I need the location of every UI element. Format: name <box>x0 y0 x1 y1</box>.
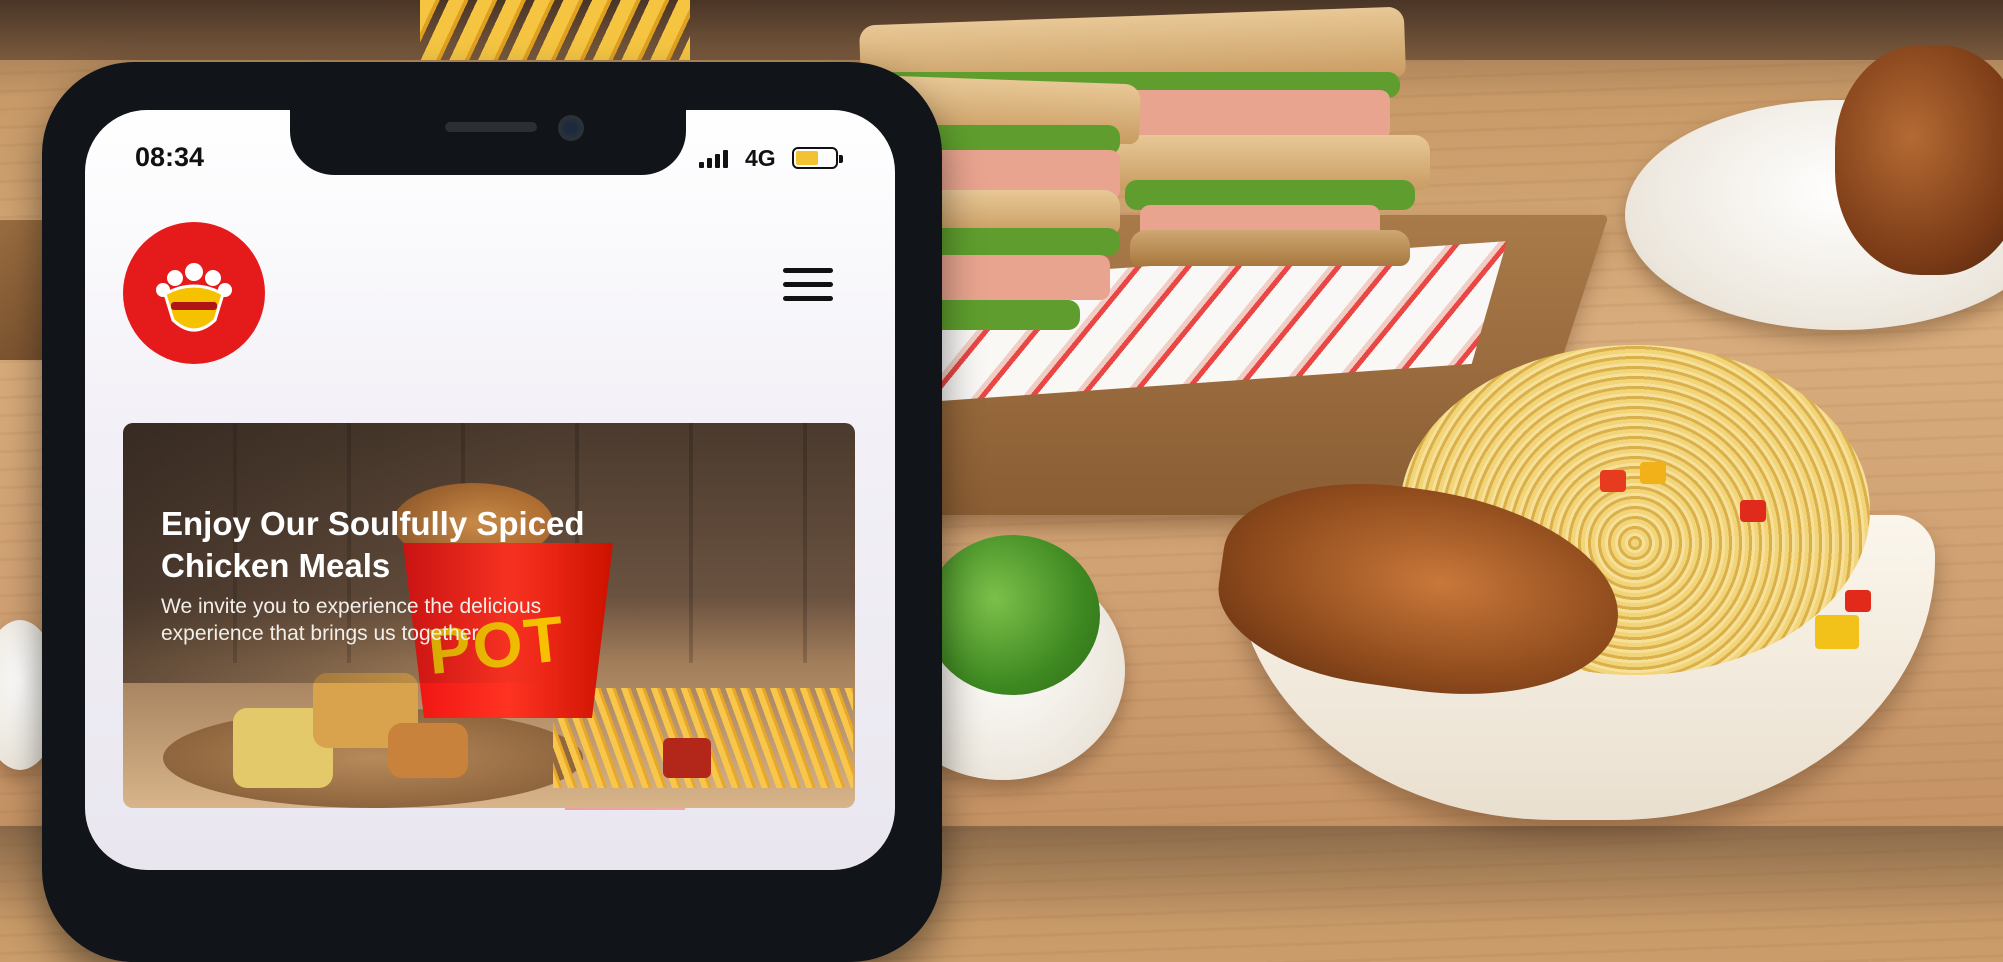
hero-banner[interactable]: POT Enjoy Our Soulfully Spiced Chicken M… <box>123 423 855 808</box>
brand-logo[interactable] <box>123 222 265 364</box>
battery-icon <box>792 147 843 169</box>
battery-fill <box>796 151 818 165</box>
network-type: 4G <box>745 145 776 171</box>
fried-chicken-image <box>1835 45 2003 275</box>
hero-title: Enjoy Our Soulfully Spiced Chicken Meals <box>161 505 585 584</box>
front-camera <box>558 115 584 141</box>
phone-notch <box>290 95 686 175</box>
fries-image <box>420 0 690 60</box>
hero-description: We invite you to experience the deliciou… <box>161 595 542 645</box>
sauce-cup <box>663 738 711 778</box>
status-time: 08:34 <box>135 142 205 172</box>
speaker-grille <box>445 122 537 132</box>
dessert-cup <box>388 723 468 778</box>
hamburger-menu-icon[interactable] <box>783 268 833 308</box>
salad-image <box>925 535 1100 695</box>
signal-icon <box>699 150 728 168</box>
chicken-crown-logo-icon <box>156 263 232 332</box>
